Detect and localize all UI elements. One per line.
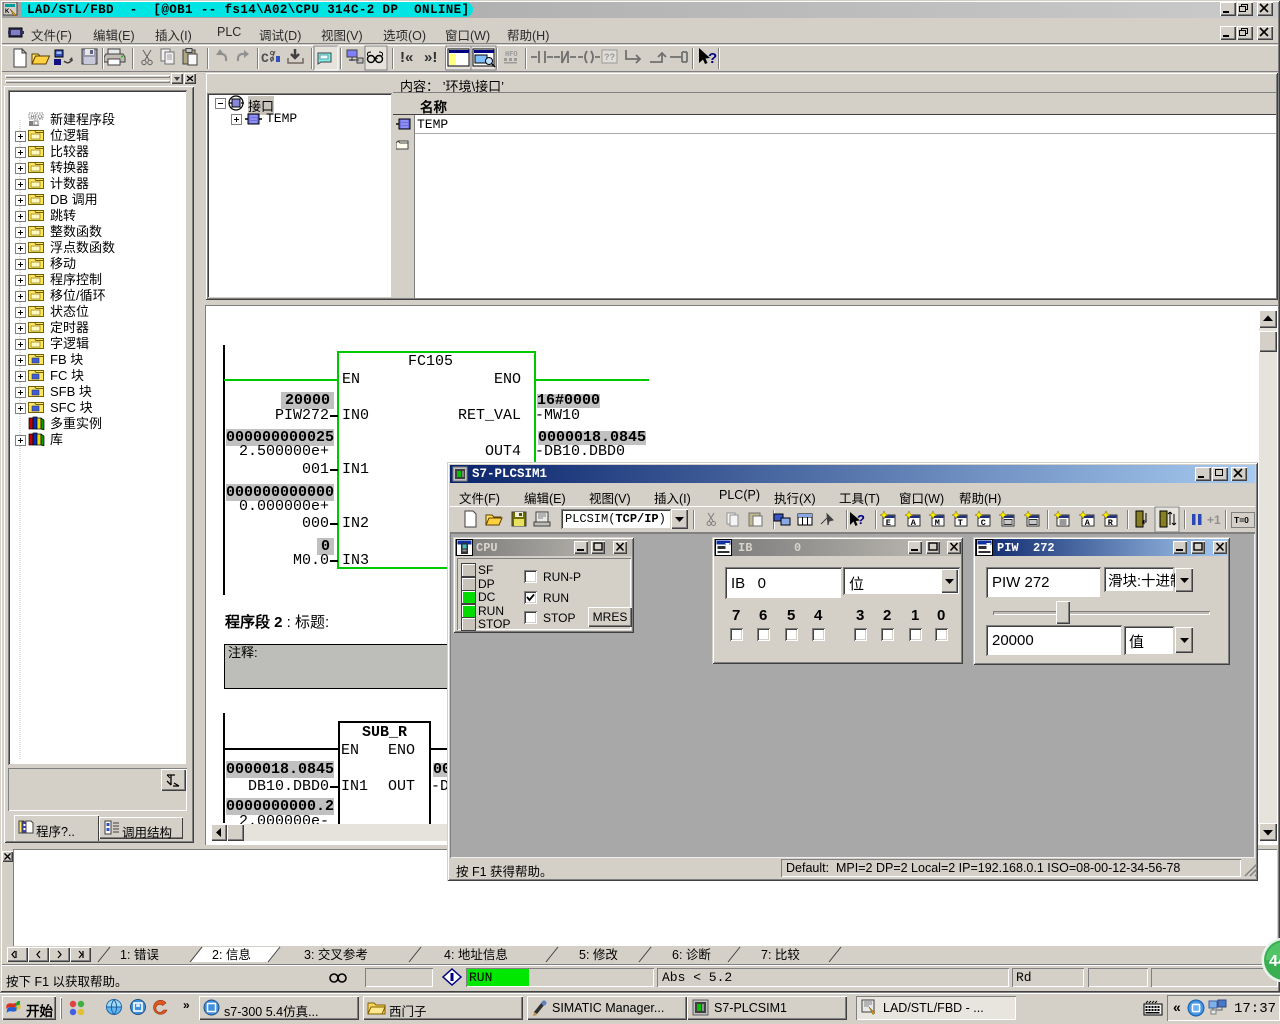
svg-text:A: A [911, 518, 917, 528]
svg-text:T=0: T=0 [1234, 515, 1249, 525]
svg-text:44: 44 [1269, 953, 1280, 970]
svg-text:A: A [1085, 518, 1091, 528]
svg-text:R: R [1108, 518, 1114, 528]
svg-text:4: 地址信息: 4: 地址信息 [444, 947, 508, 962]
svg-text:M: M [935, 518, 940, 528]
svg-text:2: 信息: 2: 信息 [212, 947, 251, 962]
svg-text:C: C [981, 518, 986, 528]
svg-text:1: 错误: 1: 错误 [120, 948, 159, 962]
svg-text:5: 修改: 5: 修改 [579, 947, 618, 962]
svg-text:7: 比较: 7: 比较 [761, 947, 800, 962]
svg-text:+1: +1 [1207, 513, 1221, 527]
svg-text:E: E [886, 518, 891, 528]
svg-text:3: 交叉参考: 3: 交叉参考 [304, 947, 368, 962]
svg-text:T: T [958, 518, 963, 528]
svg-text:6: 诊断: 6: 诊断 [672, 947, 711, 962]
